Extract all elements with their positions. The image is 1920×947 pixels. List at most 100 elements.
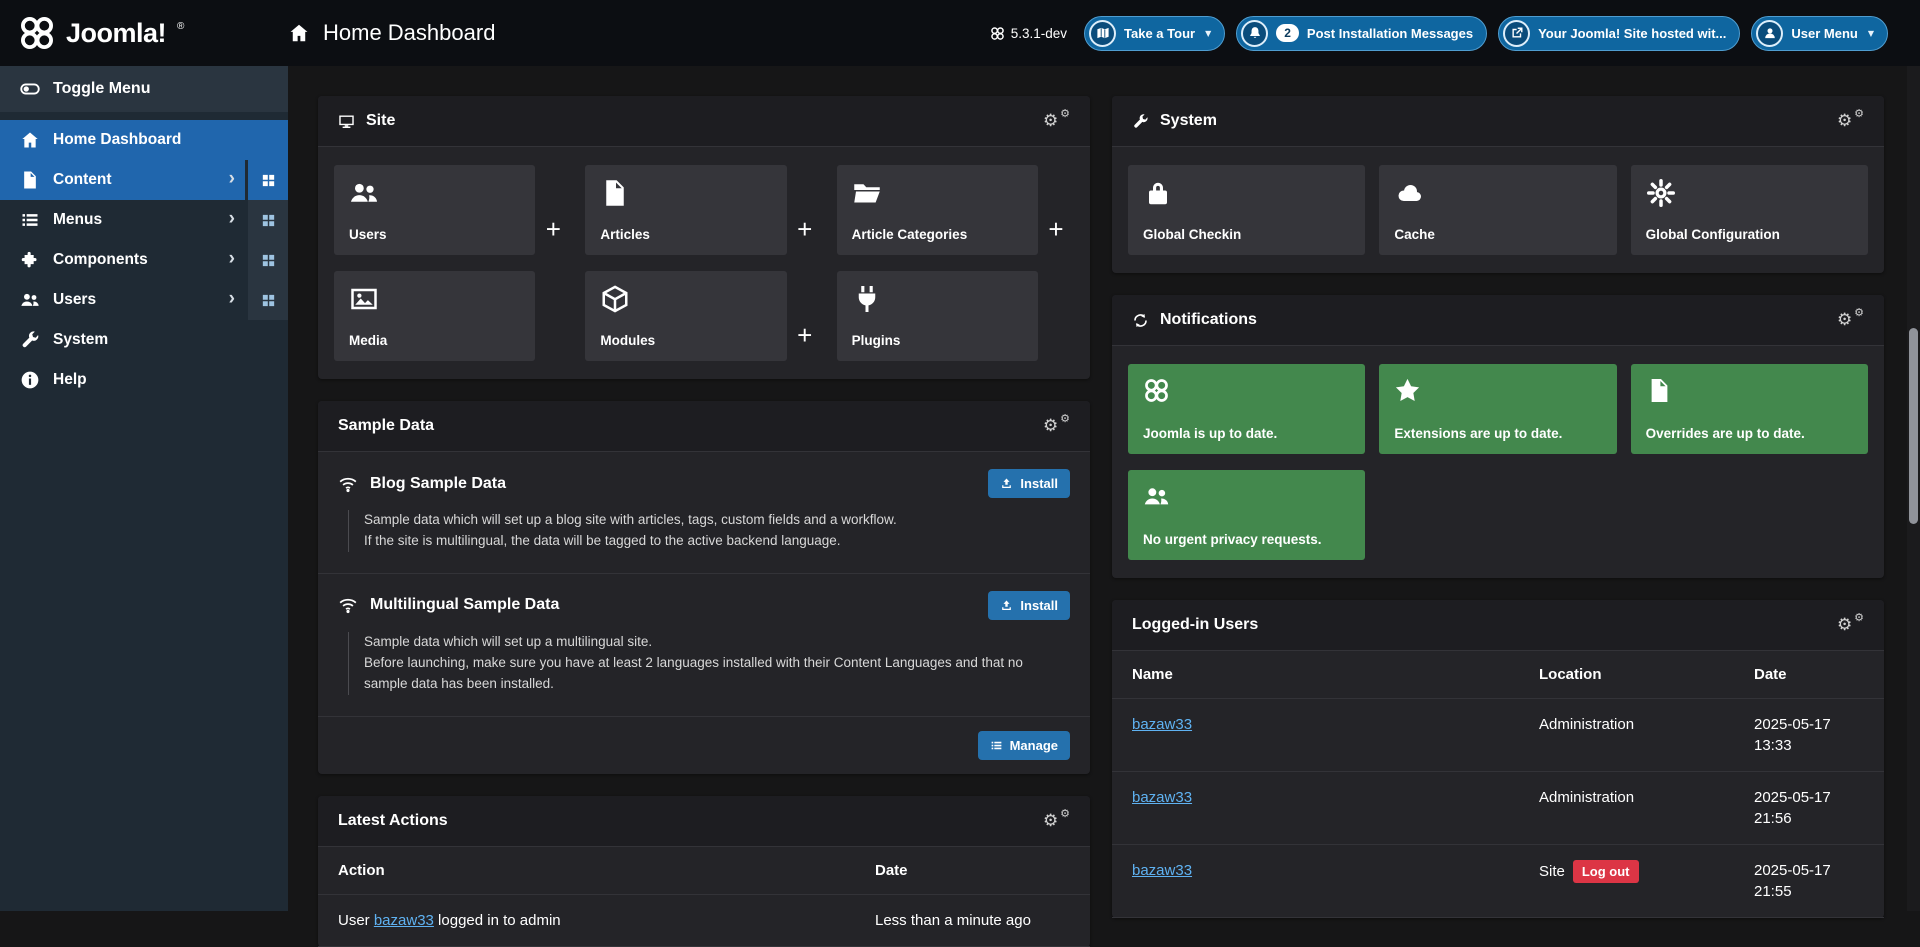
trademark: ® xyxy=(177,21,184,32)
site-quick-icons: Users + Articles + Article Categories xyxy=(318,147,1090,379)
notification-extensions-up-to-date[interactable]: Extensions are up to date. xyxy=(1379,364,1616,454)
quick-icon-cache[interactable]: Cache xyxy=(1379,165,1616,255)
user-link[interactable]: bazaw33 xyxy=(1132,716,1192,733)
quick-icon-label: Cache xyxy=(1394,227,1601,242)
quick-icon-label: Articles xyxy=(600,227,771,242)
bell-icon xyxy=(1241,20,1268,47)
notification-label: Overrides are up to date. xyxy=(1646,426,1853,441)
scrollbar-thumb[interactable] xyxy=(1909,328,1918,524)
multilingual-sample-data-section: Multilingual Sample Data Install Sample … xyxy=(318,574,1090,717)
column-header-date: Date xyxy=(1734,651,1884,699)
notification-joomla-up-to-date[interactable]: Joomla is up to date. xyxy=(1128,364,1365,454)
sample-data-card-header: Sample Data ⚙⚙ xyxy=(318,401,1090,452)
user-menu-button[interactable]: User Menu ▼ xyxy=(1751,16,1888,51)
quick-icon-articles[interactable]: Articles xyxy=(585,165,786,255)
broadcast-icon xyxy=(338,474,358,494)
toggle-menu-label: Toggle Menu xyxy=(53,80,150,98)
add-module-button[interactable]: + xyxy=(787,271,823,361)
sidebar-item-home-dashboard: Home Dashboard xyxy=(0,120,288,160)
content-link[interactable]: Content › xyxy=(0,160,245,200)
sync-icon xyxy=(1132,312,1149,329)
components-icon xyxy=(20,250,40,270)
home-dashboard-link[interactable]: Home Dashboard xyxy=(0,120,288,160)
card-title: Logged-in Users xyxy=(1132,616,1258,634)
chevron-right-icon: › xyxy=(229,289,235,308)
brand-wordmark: Joomla! xyxy=(66,18,166,49)
users-icon xyxy=(1143,483,1350,510)
menus-link[interactable]: Menus › xyxy=(0,200,245,240)
quick-icon-plugins[interactable]: Plugins xyxy=(837,271,1038,361)
sidebar-item-label: System xyxy=(53,331,278,349)
page-title-text: Home Dashboard xyxy=(323,20,495,46)
table-row: bazaw33 Administration 2025-05-17 21:56 xyxy=(1112,772,1884,845)
components-dashboard-button[interactable] xyxy=(248,240,288,280)
post-installation-messages-button[interactable]: 2 Post Installation Messages xyxy=(1236,16,1487,51)
table-row: bazaw33 SiteLog out 2025-05-17 21:55 xyxy=(1112,845,1884,918)
wrench-icon xyxy=(1132,113,1149,130)
notification-privacy-requests[interactable]: No urgent privacy requests. xyxy=(1128,470,1365,560)
take-a-tour-label: Take a Tour xyxy=(1124,26,1195,41)
card-options-button[interactable]: ⚙⚙ xyxy=(1043,111,1070,131)
sidebar-item-label: Content xyxy=(53,171,216,189)
user-link[interactable]: bazaw33 xyxy=(1132,862,1192,879)
hosted-site-button[interactable]: Your Joomla! Site hosted wit... xyxy=(1498,16,1740,51)
sample-data-card: Sample Data ⚙⚙ Blog Sample Data Install … xyxy=(318,401,1090,774)
components-link[interactable]: Components › xyxy=(0,240,245,280)
quick-icon-users[interactable]: Users xyxy=(334,165,535,255)
quick-icon-global-checkin[interactable]: Global Checkin xyxy=(1128,165,1365,255)
version-text: 5.3.1-dev xyxy=(1011,26,1067,41)
menus-dashboard-button[interactable] xyxy=(248,200,288,240)
install-blog-sample-button[interactable]: Install xyxy=(988,469,1070,498)
column-header-date: Date xyxy=(855,847,1090,895)
users-dashboard-button[interactable] xyxy=(248,280,288,320)
quick-icon-media[interactable]: Media xyxy=(334,271,535,361)
joomla-icon xyxy=(1143,377,1350,404)
system-link[interactable]: System xyxy=(0,320,288,360)
sidebar-item-system: System xyxy=(0,320,288,360)
table-row: bazaw33 Administration 2025-05-17 13:33 xyxy=(1112,699,1884,772)
name-cell: bazaw33 xyxy=(1112,772,1519,845)
joomla-logo-icon xyxy=(18,14,56,52)
manage-button[interactable]: Manage xyxy=(978,731,1070,760)
users-link[interactable]: Users › xyxy=(0,280,245,320)
quick-icon-article-categories[interactable]: Article Categories xyxy=(837,165,1038,255)
card-title: Latest Actions xyxy=(338,812,448,830)
toggle-menu-button[interactable]: Toggle Menu xyxy=(0,66,288,112)
card-options-button[interactable]: ⚙⚙ xyxy=(1043,811,1070,831)
add-category-button[interactable]: + xyxy=(1038,165,1074,255)
sample-data-title: Multilingual Sample Data xyxy=(370,596,976,614)
card-options-button[interactable]: ⚙⚙ xyxy=(1043,416,1070,436)
sidebar-item-components: Components › xyxy=(0,240,288,280)
notification-tiles: Joomla is up to date. Extensions are up … xyxy=(1112,346,1884,578)
post-installation-messages-label: Post Installation Messages xyxy=(1307,26,1473,41)
date-cell: 2025-05-17 21:56 xyxy=(1734,772,1884,845)
take-a-tour-button[interactable]: Take a Tour ▼ xyxy=(1084,16,1225,51)
user-link[interactable]: bazaw33 xyxy=(374,912,434,929)
card-options-button[interactable]: ⚙⚙ xyxy=(1837,615,1864,635)
right-column: System ⚙⚙ Global Checkin Cache Global Co… xyxy=(1112,96,1884,911)
quick-icon-global-configuration[interactable]: Global Configuration xyxy=(1631,165,1868,255)
logged-in-users-table: Name Location Date bazaw33 Administratio… xyxy=(1112,651,1884,918)
add-user-button[interactable]: + xyxy=(535,165,571,255)
system-card: System ⚙⚙ Global Checkin Cache Global Co… xyxy=(1112,96,1884,273)
help-link[interactable]: Help xyxy=(0,360,288,400)
card-options-button[interactable]: ⚙⚙ xyxy=(1837,111,1864,131)
sidebar-item-label: Menus xyxy=(53,211,216,229)
cube-icon xyxy=(600,284,771,314)
card-options-button[interactable]: ⚙⚙ xyxy=(1837,310,1864,330)
card-title: Notifications xyxy=(1160,311,1257,329)
latest-actions-card: Latest Actions ⚙⚙ Action Date User bazaw… xyxy=(318,796,1090,947)
content-dashboard-button[interactable] xyxy=(248,160,288,200)
add-article-button[interactable]: + xyxy=(787,165,823,255)
quick-icon-label: Modules xyxy=(600,333,771,348)
user-link[interactable]: bazaw33 xyxy=(1132,789,1192,806)
quick-icon-modules[interactable]: Modules xyxy=(585,271,786,361)
location-cell: SiteLog out xyxy=(1519,845,1734,918)
notification-overrides-up-to-date[interactable]: Overrides are up to date. xyxy=(1631,364,1868,454)
log-out-button[interactable]: Log out xyxy=(1573,860,1639,883)
scrollbar-track[interactable] xyxy=(1907,66,1920,911)
notification-label: No urgent privacy requests. xyxy=(1143,532,1350,547)
image-icon xyxy=(349,284,520,314)
quick-icon-label: Global Checkin xyxy=(1143,227,1350,242)
install-multilingual-sample-button[interactable]: Install xyxy=(988,591,1070,620)
